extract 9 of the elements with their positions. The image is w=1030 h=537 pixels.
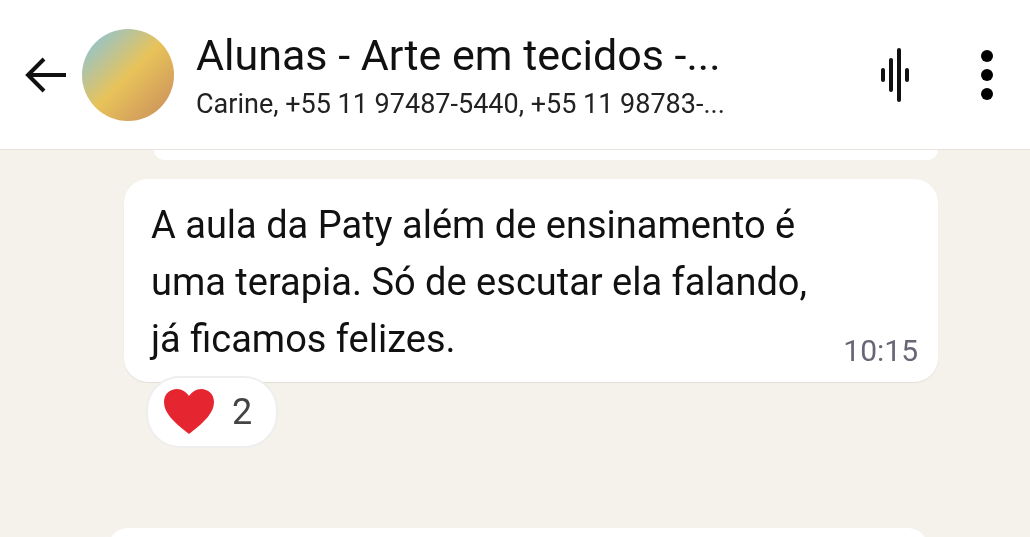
menu-icon[interactable] [980, 48, 994, 101]
reaction-chip[interactable]: 2 [146, 376, 279, 448]
group-title[interactable]: Alunas - Arte em tecidos -... [196, 29, 856, 80]
heart-icon [162, 388, 216, 436]
voice-chat-icon[interactable] [880, 47, 910, 102]
message-time: 10:15 [843, 333, 918, 368]
group-members: Carine, +55 11 97487-5440, +55 11 98783-... [196, 87, 726, 120]
message-text: A aula da Paty além de ensinamento é uma terapia. Só de escutar ela falando, já ficamos felizes. [151, 202, 808, 363]
message-bubble[interactable]: A aula da Paty além de ensinamento é uma terapia. Só de escutar ela falando, já ficamos felizes. 10:15 [124, 179, 938, 382]
